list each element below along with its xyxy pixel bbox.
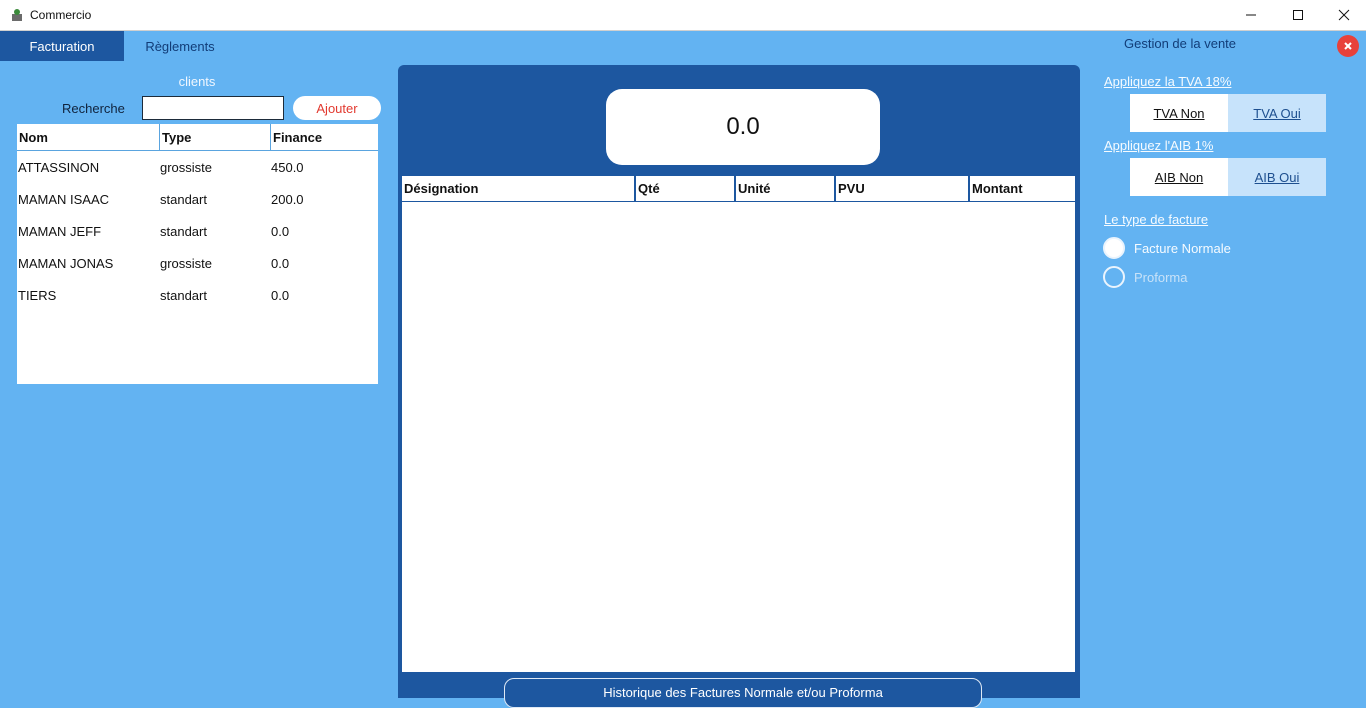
table-header: Nom Type Finance bbox=[17, 124, 378, 151]
cell-nom: MAMAN JONAS bbox=[18, 255, 114, 271]
cell-nom: ATTASSINON bbox=[18, 159, 100, 175]
maximize-button[interactable] bbox=[1275, 0, 1321, 30]
cell-finance: 0.0 bbox=[271, 255, 290, 271]
column-header-unite[interactable]: Unité bbox=[736, 176, 836, 201]
cell-type: grossiste bbox=[160, 159, 213, 175]
add-client-button[interactable]: Ajouter bbox=[293, 96, 381, 120]
invoice-panel: 0.0 Désignation Qté Unité PVU Montant Hi… bbox=[398, 65, 1080, 708]
cell-type: standart bbox=[160, 191, 207, 207]
column-header-pvu[interactable]: PVU bbox=[836, 176, 970, 201]
cell-finance: 0.0 bbox=[271, 287, 290, 303]
invoice-type-label-link[interactable]: Le type de facture bbox=[1104, 212, 1208, 227]
tva-label-link[interactable]: Appliquez la TVA 18% bbox=[1104, 74, 1231, 89]
aib-non-button[interactable]: AIB Non bbox=[1130, 158, 1228, 196]
cell-nom: TIERS bbox=[18, 287, 57, 303]
table-row[interactable]: MAMAN ISAAC standart 200.0 bbox=[17, 183, 378, 215]
tab-bar: Facturation Règlements Gestion de la ven… bbox=[0, 31, 1366, 61]
column-header-qte[interactable]: Qté bbox=[636, 176, 736, 201]
window-close-button[interactable] bbox=[1321, 0, 1366, 30]
column-header-designation[interactable]: Désignation bbox=[402, 176, 636, 201]
tva-oui-button[interactable]: TVA Oui bbox=[1228, 94, 1326, 132]
window-title: Commercio bbox=[30, 8, 92, 22]
close-icon bbox=[1344, 42, 1352, 50]
cell-finance: 200.0 bbox=[271, 191, 304, 207]
section-title: Gestion de la vente bbox=[1124, 36, 1237, 51]
cell-finance: 450.0 bbox=[271, 159, 304, 175]
table-header: Désignation Qté Unité PVU Montant bbox=[402, 176, 1075, 202]
invoice-history-button[interactable]: Historique des Factures Normale et/ou Pr… bbox=[504, 678, 982, 708]
table-row[interactable]: MAMAN JEFF standart 0.0 bbox=[17, 215, 378, 247]
invoice-total-display: 0.0 bbox=[606, 89, 880, 165]
invoice-lines-table[interactable]: Désignation Qté Unité PVU Montant bbox=[402, 176, 1075, 672]
aib-oui-button[interactable]: AIB Oui bbox=[1228, 158, 1326, 196]
cell-type: standart bbox=[160, 287, 207, 303]
table-row[interactable]: MAMAN JONAS grossiste 0.0 bbox=[17, 247, 378, 279]
tab-facturation[interactable]: Facturation bbox=[0, 31, 124, 61]
cell-nom: MAMAN ISAAC bbox=[18, 191, 110, 207]
radio-label-facture-normale[interactable]: Facture Normale bbox=[1134, 241, 1231, 256]
cell-finance: 0.0 bbox=[271, 223, 290, 239]
column-header-type[interactable]: Type bbox=[160, 124, 271, 150]
radio-label-proforma[interactable]: Proforma bbox=[1134, 270, 1187, 285]
cell-type: standart bbox=[160, 223, 207, 239]
column-header-nom[interactable]: Nom bbox=[17, 124, 160, 150]
column-header-montant[interactable]: Montant bbox=[970, 176, 1075, 201]
close-icon bbox=[1338, 9, 1350, 21]
table-row[interactable]: TIERS standart 0.0 bbox=[17, 279, 378, 311]
cell-type: grossiste bbox=[160, 255, 213, 271]
search-label: Recherche bbox=[62, 101, 125, 116]
aib-label-link[interactable]: Appliquez l'AIB 1% bbox=[1104, 138, 1213, 153]
clients-title: clients bbox=[178, 74, 216, 89]
search-input[interactable] bbox=[142, 96, 284, 120]
cell-nom: MAMAN JEFF bbox=[18, 223, 102, 239]
app-icon bbox=[10, 8, 24, 22]
maximize-icon bbox=[1293, 10, 1303, 20]
column-header-finance[interactable]: Finance bbox=[271, 124, 378, 150]
title-bar: Commercio bbox=[0, 0, 1366, 31]
radio-proforma[interactable] bbox=[1103, 266, 1125, 288]
radio-facture-normale[interactable] bbox=[1103, 237, 1125, 259]
tab-reglements[interactable]: Règlements bbox=[124, 31, 236, 61]
clients-table: Nom Type Finance ATTASSINON grossiste 45… bbox=[17, 124, 378, 384]
table-row[interactable]: ATTASSINON grossiste 450.0 bbox=[17, 151, 378, 183]
close-view-button[interactable] bbox=[1337, 35, 1359, 57]
minimize-button[interactable] bbox=[1228, 0, 1274, 30]
minimize-icon bbox=[1246, 14, 1256, 16]
tva-non-button[interactable]: TVA Non bbox=[1130, 94, 1228, 132]
